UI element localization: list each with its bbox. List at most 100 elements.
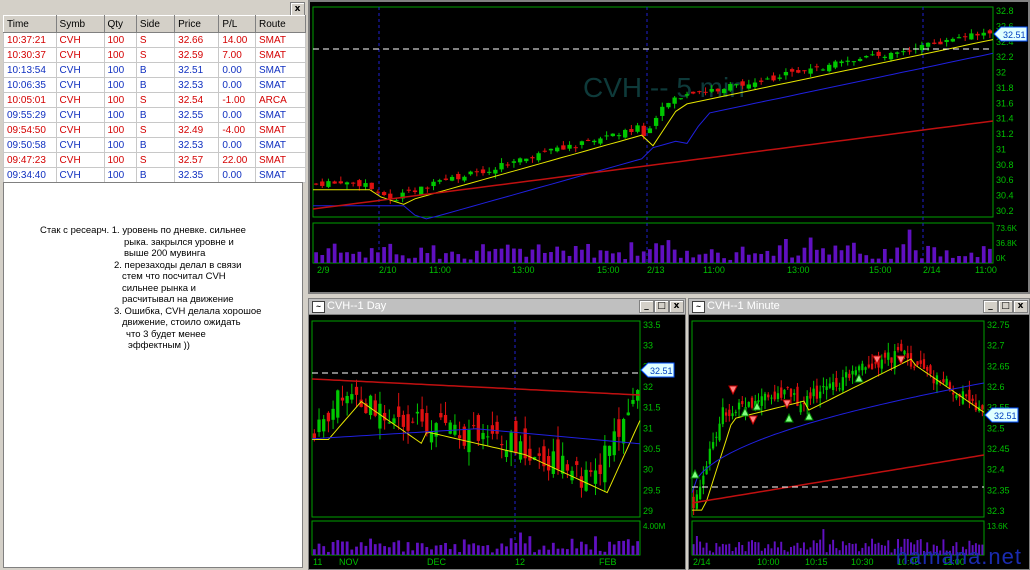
candle <box>715 436 718 438</box>
cell-pl: 14.00 <box>218 32 256 48</box>
moving-average-line <box>691 454 985 504</box>
table-row[interactable]: 09:34:40 CVH 100 B 32.35 0.00 SMAT <box>3 167 307 183</box>
candle <box>916 361 919 365</box>
candle <box>981 32 986 36</box>
cell-symb: CVH <box>55 77 105 93</box>
last-price-label: 32.51 <box>1003 30 1026 40</box>
time-axis-label: 13:00 <box>787 265 810 275</box>
table-row[interactable]: 10:30:37 CVH 100 S 32.59 7.00 SMAT <box>3 47 307 63</box>
candle <box>579 476 584 488</box>
candle <box>406 189 411 191</box>
volume-tick-label: 0K <box>996 254 1006 263</box>
chart-window-5min[interactable]: CVH -- 5 min 32.8 32.6 32.4 32.2 32 31.8 31.6 31… <box>308 0 1030 294</box>
column-header[interactable]: Time <box>3 15 57 33</box>
candle <box>647 128 653 134</box>
candle <box>505 164 510 166</box>
price-tick-label: 32.5 <box>987 423 1005 433</box>
cell-route: SMAT <box>254 32 307 48</box>
candle <box>641 125 646 137</box>
minimize-button[interactable]: _ <box>639 300 654 313</box>
candle <box>893 351 896 369</box>
price-tick-label: 31.2 <box>996 129 1014 139</box>
maximize-button[interactable]: □ <box>998 300 1013 313</box>
candle <box>952 392 955 395</box>
price-chart-1min[interactable]: 32.7532.732.6532.632.5532.532.4532.432.3… <box>689 315 1029 569</box>
table-row[interactable]: 09:54:50 CVH 100 S 32.49 -4.00 SMAT <box>3 122 307 138</box>
candle <box>981 405 984 410</box>
candle <box>514 420 518 453</box>
candle <box>456 173 461 180</box>
candle <box>490 425 495 434</box>
candle <box>509 432 513 453</box>
candle <box>746 84 751 89</box>
candle <box>963 36 968 38</box>
candle <box>546 456 551 471</box>
candle <box>511 161 517 163</box>
candle <box>439 413 443 418</box>
sell-marker <box>728 385 738 396</box>
volume-tick-label: 36.8K <box>996 239 1018 248</box>
close-button[interactable]: x <box>290 2 305 16</box>
cell-qty: 100 <box>103 32 137 48</box>
cell-side: S <box>135 152 176 168</box>
candle <box>703 91 708 93</box>
moving-average-line <box>313 39 994 205</box>
close-button[interactable]: x <box>1013 300 1028 313</box>
column-header[interactable]: Side <box>135 15 176 33</box>
candle <box>833 61 838 68</box>
price-chart-5min[interactable]: CVH -- 5 min32.832.632.432.23231.831.631… <box>309 1 1029 293</box>
close-button[interactable]: x <box>669 300 684 313</box>
candle <box>322 419 326 432</box>
table-row[interactable]: 10:37:21 CVH 100 S 32.66 14.00 SMAT <box>3 32 307 48</box>
time-axis-label: 11:00 <box>429 265 451 275</box>
candle <box>839 61 844 64</box>
cell-side: S <box>135 47 176 63</box>
table-row[interactable]: 09:50:58 CVH 100 B 32.53 0.00 SMAT <box>3 137 307 153</box>
time-axis-label: NOV <box>339 557 359 567</box>
column-header[interactable]: P/L <box>218 15 256 33</box>
candle <box>841 377 845 391</box>
table-row[interactable]: 10:06:35 CVH 100 B 32.53 0.00 SMAT <box>3 77 307 93</box>
candle <box>854 370 857 375</box>
window-titlebar[interactable]: ~ CVH--1 Day _ □ x <box>309 299 685 315</box>
table-row[interactable]: 09:55:29 CVH 100 B 32.55 0.00 SMAT <box>3 107 307 123</box>
candle <box>741 401 744 405</box>
minimize-button[interactable]: _ <box>983 300 998 313</box>
column-header[interactable]: Symb <box>55 15 105 33</box>
chart-window-day[interactable]: ~ CVH--1 Day _ □ x 33.53332.53231.53130.… <box>308 298 686 570</box>
candle <box>844 372 848 378</box>
candle <box>631 399 635 404</box>
candle <box>882 56 887 58</box>
price-tick-label: 30.6 <box>996 175 1014 185</box>
cell-route: SMAT <box>254 137 307 153</box>
chart-window-1min[interactable]: ~ CVH--1 Minute _ □ x 32.75 32.7 32.65 32.6… <box>688 298 1030 570</box>
sell-marker <box>748 415 758 426</box>
notes-pane[interactable]: Стак с ресеарч. 1. уровень по дневке. си… <box>3 182 303 568</box>
candle <box>666 102 671 108</box>
candle <box>867 364 870 368</box>
candle <box>938 41 943 45</box>
column-header[interactable]: Qty <box>103 15 137 33</box>
column-header[interactable]: Route <box>254 15 307 33</box>
time-axis-label: 2/14 <box>693 557 711 567</box>
time-axis-label: 2/13 <box>647 265 665 275</box>
candle <box>357 180 362 187</box>
table-row[interactable]: 10:05:01 CVH 100 S 32.54 -1.00 ARCA <box>3 92 307 108</box>
column-header[interactable]: Price <box>174 15 220 33</box>
candle <box>708 448 711 464</box>
candle <box>406 414 410 431</box>
candle <box>945 378 948 386</box>
window-titlebar[interactable]: ~ CVH--1 Minute _ □ x <box>689 299 1029 315</box>
candle <box>621 419 626 444</box>
time-axis-label: DEC <box>427 557 447 567</box>
candle <box>845 60 850 62</box>
candle <box>411 421 415 423</box>
candle <box>604 135 609 137</box>
maximize-button[interactable]: □ <box>654 300 669 313</box>
table-row[interactable]: 09:47:23 CVH 100 S 32.57 22.00 SMAT <box>3 152 307 168</box>
price-tick-label: 30.5 <box>643 444 661 454</box>
table-row[interactable]: 10:13:54 CVH 100 B 32.51 0.00 SMAT <box>3 62 307 78</box>
candle <box>965 394 968 397</box>
price-chart-day[interactable]: 33.53332.53231.53130.53029.52932.514.00M… <box>309 315 685 569</box>
cell-time: 10:06:35 <box>3 77 57 93</box>
